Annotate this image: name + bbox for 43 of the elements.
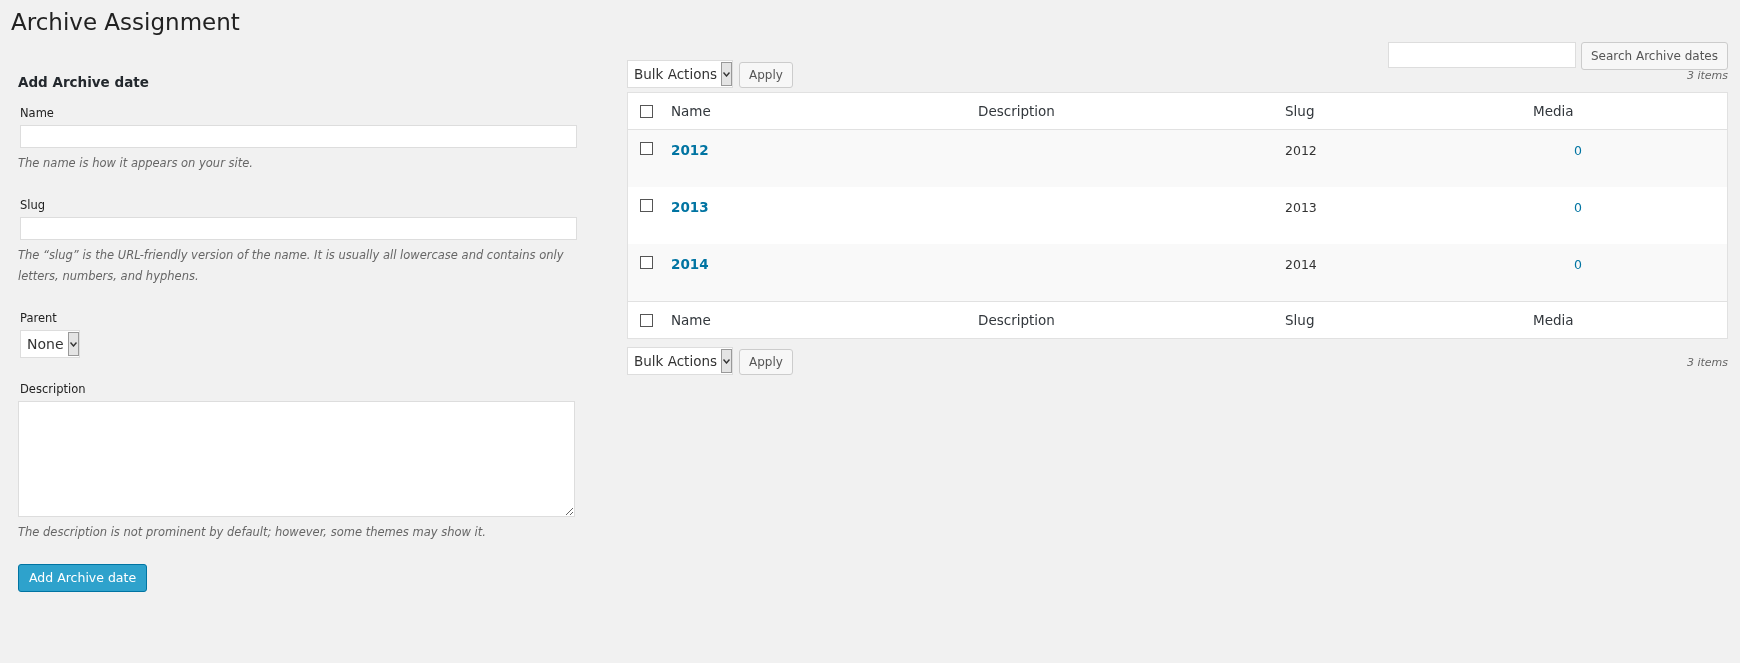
column-header[interactable]: Media xyxy=(1533,103,1623,119)
column-header[interactable]: Name xyxy=(671,312,978,328)
slug-text: 2013 xyxy=(1285,200,1317,215)
media-count-link[interactable]: 0 xyxy=(1533,257,1582,272)
bulk-actions-dropdown[interactable]: Bulk Actions xyxy=(627,60,733,88)
term-name-link[interactable]: 2014 xyxy=(671,256,709,272)
field-label: Parent xyxy=(20,311,58,325)
description-field[interactable] xyxy=(18,401,575,517)
text-field[interactable] xyxy=(20,217,577,240)
field-label: Name xyxy=(20,106,55,120)
column-header[interactable]: Description xyxy=(978,312,1285,328)
row-checkbox[interactable] xyxy=(640,142,653,155)
page-title: Archive Assignment xyxy=(11,8,241,37)
item-count: 3 items xyxy=(1686,68,1728,82)
bulk-actions-dropdown[interactable]: Bulk Actions xyxy=(627,347,733,375)
apply-button[interactable]: Apply xyxy=(739,62,793,88)
search-field[interactable] xyxy=(1387,42,1576,68)
field-label: Description xyxy=(20,382,87,396)
form-heading: Add Archive date xyxy=(18,74,150,90)
slug-text: 2012 xyxy=(1285,143,1317,158)
item-count: 3 items xyxy=(1686,355,1728,369)
column-header[interactable]: Slug xyxy=(1285,312,1533,328)
search-button[interactable]: Search Archive dates xyxy=(1580,42,1728,70)
column-header[interactable]: Media xyxy=(1533,312,1623,328)
column-header[interactable]: Slug xyxy=(1285,103,1533,119)
media-count-link[interactable]: 0 xyxy=(1533,143,1582,158)
field-hint: The name is how it appears on your site. xyxy=(18,155,254,172)
term-name-link[interactable]: 2013 xyxy=(671,199,709,215)
slug-text: 2014 xyxy=(1285,257,1317,272)
select-all-checkbox[interactable] xyxy=(640,104,653,118)
term-name-link[interactable]: 2012 xyxy=(671,142,709,158)
media-count-link[interactable]: 0 xyxy=(1533,200,1582,215)
row-checkbox[interactable] xyxy=(640,199,653,212)
row-checkbox[interactable] xyxy=(640,256,653,269)
field-label: Slug xyxy=(20,198,47,212)
field-hint: The “slug” is the URL-friendly version of the name. It is usually all lowercase and contains only letters, numbers, and hyphens. xyxy=(18,247,565,285)
select-all-checkbox[interactable] xyxy=(640,313,653,327)
apply-button[interactable]: Apply xyxy=(739,349,793,375)
parent-dropdown[interactable]: None xyxy=(20,330,80,358)
field-hint: The description is not prominent by default; however, some themes may show it. xyxy=(18,524,487,541)
column-header[interactable]: Name xyxy=(671,103,978,119)
text-field[interactable] xyxy=(20,125,577,148)
column-header[interactable]: Description xyxy=(978,103,1285,119)
